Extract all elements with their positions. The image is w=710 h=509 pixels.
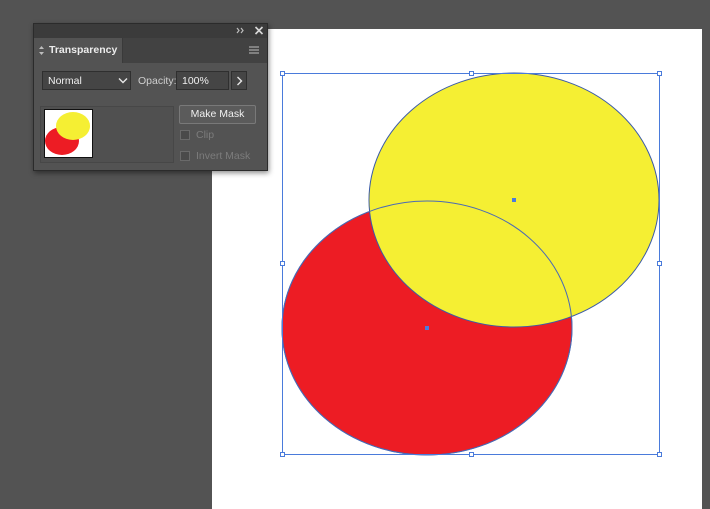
opacity-label: Opacity:: [138, 75, 177, 87]
panel-tabstrip: Transparency: [34, 38, 267, 63]
clip-checkbox[interactable]: [180, 130, 190, 140]
blend-mode-value: Normal: [48, 75, 82, 87]
blend-mode-select[interactable]: Normal: [42, 71, 131, 90]
handle-top-left[interactable]: [280, 71, 285, 76]
double-chevron-collapse-icon[interactable]: [234, 25, 248, 36]
handle-bottom-left[interactable]: [280, 452, 285, 457]
chevron-down-icon: [118, 78, 128, 84]
panel-titlebar[interactable]: [34, 24, 267, 38]
handle-top-right[interactable]: [657, 71, 662, 76]
chevron-right-icon: [237, 76, 243, 86]
thumbnail-art: [45, 112, 90, 155]
handle-bottom-center[interactable]: [469, 452, 474, 457]
handle-bottom-right[interactable]: [657, 452, 662, 457]
tab-transparency-label: Transparency: [49, 44, 118, 56]
opacity-popup-button[interactable]: [231, 71, 247, 90]
handle-middle-right[interactable]: [657, 261, 662, 266]
invert-mask-checkbox[interactable]: [180, 151, 190, 161]
transparency-panel: Transparency Normal Opacity: 100% Make M…: [33, 23, 268, 171]
yellow-center-point: [512, 198, 516, 202]
opacity-input[interactable]: 100%: [176, 71, 229, 90]
red-center-point: [425, 326, 429, 330]
close-icon[interactable]: [253, 24, 265, 37]
clip-label: Clip: [196, 129, 215, 141]
artwork-thumbnail[interactable]: [44, 109, 93, 158]
mask-thumbnail-area: [40, 106, 174, 163]
panel-menu-icon[interactable]: [248, 45, 260, 55]
tab-collapse-arrows-icon[interactable]: [38, 45, 45, 56]
tab-transparency[interactable]: Transparency: [34, 38, 123, 63]
make-mask-button[interactable]: Make Mask: [179, 105, 256, 124]
invert-mask-label: Invert Mask: [196, 150, 251, 162]
handle-middle-left[interactable]: [280, 261, 285, 266]
handle-top-center[interactable]: [469, 71, 474, 76]
